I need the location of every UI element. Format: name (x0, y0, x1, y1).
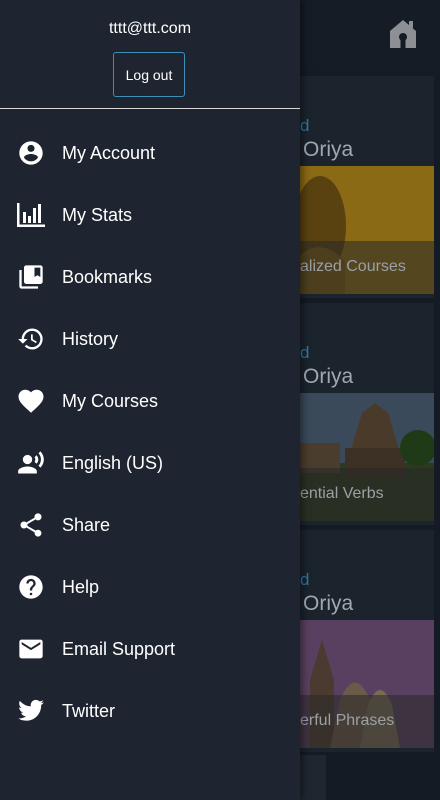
course-level: d (300, 343, 310, 362)
drawer-header: tttt@ttt.com Log out (0, 0, 300, 109)
menu-label: Bookmarks (62, 266, 153, 287)
account-circle-icon (16, 138, 46, 168)
history-icon (16, 324, 46, 354)
course-language: Oriya (303, 592, 354, 615)
logout-button[interactable]: Log out (113, 52, 185, 97)
user-email: tttt@ttt.com (108, 20, 192, 37)
drawer-menu: My Account My Stats Bookmarks History My… (0, 122, 300, 742)
share-icon (16, 510, 46, 540)
menu-item-twitter[interactable]: Twitter (0, 680, 300, 742)
menu-item-my-stats[interactable]: My Stats (0, 184, 300, 246)
bar-chart-icon (16, 200, 46, 230)
bottom-card-edge (300, 755, 326, 800)
menu-label: Share (62, 514, 111, 535)
menu-label: History (62, 328, 119, 349)
menu-label: Twitter (62, 700, 116, 721)
course-level: d (300, 116, 310, 135)
bookmarks-icon (16, 262, 46, 292)
menu-item-bookmarks[interactable]: Bookmarks (0, 246, 300, 308)
voice-language-icon (16, 448, 46, 478)
menu-item-help[interactable]: Help (0, 556, 300, 618)
course-language: Oriya (303, 138, 354, 161)
menu-label: My Stats (62, 204, 133, 225)
email-icon (16, 634, 46, 664)
course-level: d (300, 570, 310, 589)
home-icon[interactable] (388, 18, 418, 50)
menu-item-email-support[interactable]: Email Support (0, 618, 300, 680)
menu-item-my-courses[interactable]: My Courses (0, 370, 300, 432)
menu-item-share[interactable]: Share (0, 494, 300, 556)
course-caption: alized Courses (300, 258, 406, 275)
help-icon (16, 572, 46, 602)
menu-item-language[interactable]: English (US) (0, 432, 300, 494)
course-caption: ential Verbs (300, 485, 384, 502)
course-caption: erful Phrases (300, 712, 395, 729)
menu-label: My Account (62, 142, 156, 163)
menu-item-history[interactable]: History (0, 308, 300, 370)
menu-label: English (US) (62, 452, 164, 473)
course-language: Oriya (303, 365, 354, 388)
menu-label: Help (62, 576, 100, 597)
heart-icon (16, 386, 46, 416)
navigation-drawer: tttt@ttt.com Log out My Account My Stats… (0, 0, 300, 800)
menu-label: Email Support (62, 638, 176, 659)
menu-label: My Courses (62, 390, 159, 411)
menu-item-my-account[interactable]: My Account (0, 122, 300, 184)
twitter-icon (16, 696, 46, 726)
